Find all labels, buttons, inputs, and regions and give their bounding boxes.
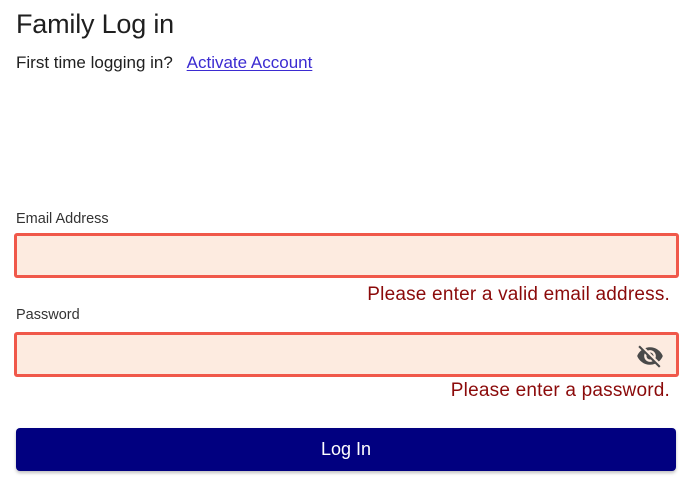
first-time-prompt: First time logging in? (16, 53, 173, 72)
password-error-message: Please enter a password. (450, 380, 670, 401)
email-error-message: Please enter a valid email address. (367, 284, 670, 305)
password-field-box (14, 332, 679, 377)
first-time-row: First time logging in? Activate Account (16, 52, 312, 74)
family-login-page: Family Log in First time logging in? Act… (0, 0, 695, 504)
log-in-button[interactable]: Log In (16, 428, 676, 471)
eye-off-icon[interactable] (636, 342, 664, 370)
password-field[interactable] (17, 335, 676, 374)
email-field-box (14, 233, 679, 278)
activate-account-link[interactable]: Activate Account (187, 53, 313, 72)
email-field[interactable] (17, 236, 676, 275)
password-label: Password (16, 307, 80, 323)
page-title: Family Log in (16, 9, 174, 39)
email-label: Email Address (16, 211, 109, 227)
